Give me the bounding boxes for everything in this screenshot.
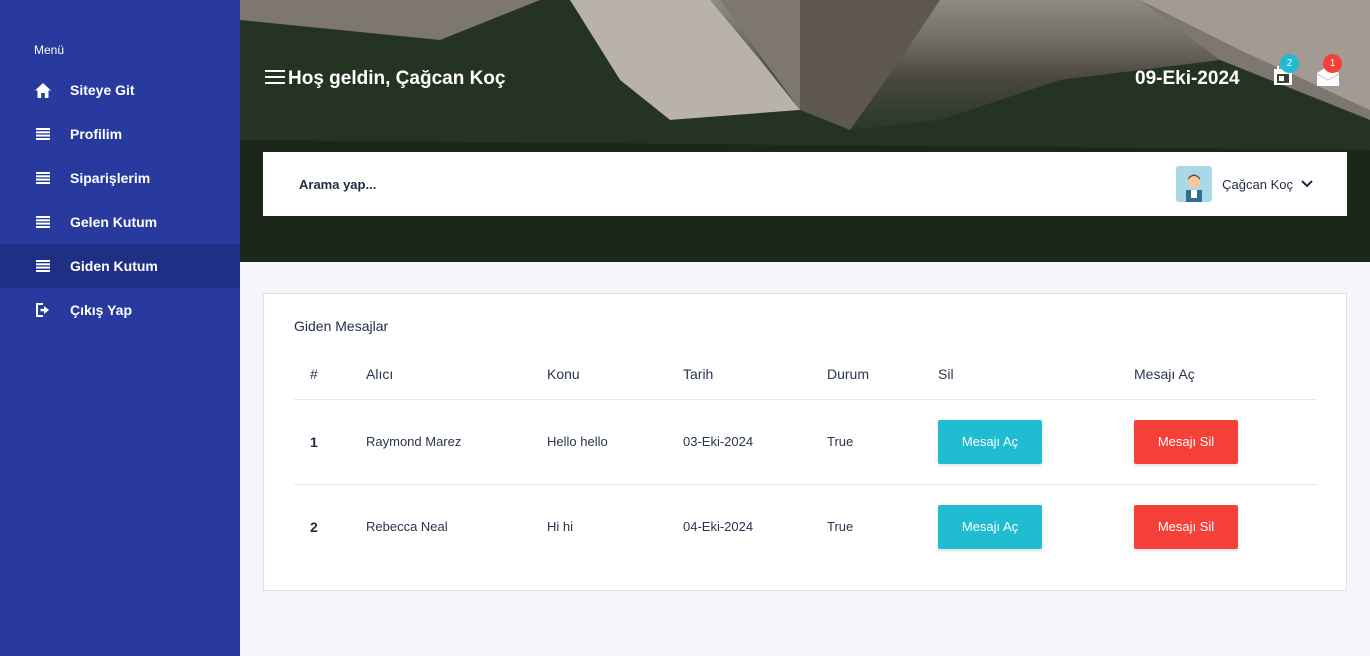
hamburger-icon [265,70,285,84]
delete-message-button[interactable]: Mesajı Sil [1134,419,1238,464]
row-number: 2 [310,518,318,535]
sidebar-menu: Siteye Git Profilim Siparişlerim Gelen K… [0,68,240,332]
subject-cell: Hello hello [547,399,683,485]
column-header: # [294,350,366,400]
sidebar-item-label: Profilim [70,126,123,142]
sidebar-item-gelen-kutum[interactable]: Gelen Kutum [0,200,240,244]
menu-label: Menü [34,43,65,57]
open-cell: Mesajı Aç [938,484,1134,569]
table-header-row: # Alıcı Konu Tarih Durum Sil Mesajı Aç [294,350,1317,400]
subject-cell: Hi hi [547,519,574,535]
sidebar: Menü Siteye Git Profilim Siparişlerim Ge… [0,0,240,656]
column-header: Konu [547,350,683,400]
column-header: Tarih [683,350,827,400]
status-cell: True [827,519,854,535]
table-row: 1 Raymond Marez Hello hello 03-Eki-2024 … [294,399,1317,485]
user-name: Çağcan Koç [1222,176,1293,192]
search-input[interactable]: Arama yap... [299,177,376,192]
date-cell: 04-Eki-2024 [683,519,754,535]
sidebar-item-cikis-yap[interactable]: Çıkış Yap [0,288,240,332]
sidebar-item-siteye-git[interactable]: Siteye Git [0,68,240,112]
welcome-title: Hoş geldin, Çağcan Koç [288,68,506,89]
column-header: Mesajı Aç [1134,350,1317,400]
date-cell: 03-Eki-2024 [683,399,827,485]
list-icon [34,257,52,275]
sidebar-item-label: Çıkış Yap [70,302,133,318]
card-title: Giden Mesajlar [294,318,389,334]
outbox-table: # Alıcı Konu Tarih Durum Sil Mesajı Aç 1… [294,350,1317,569]
sidebar-item-label: Gelen Kutum [70,214,158,230]
list-icon [34,169,52,187]
sidebar-item-label: Giden Kutum [70,258,158,274]
header-banner [240,0,1370,262]
column-header: Durum [827,350,938,400]
outbox-card: Giden Mesajlar # Alıcı Konu Tarih Durum … [263,293,1347,591]
chevron-down-icon [1301,180,1313,188]
sidebar-item-label: Siteye Git [70,82,135,98]
current-date: 09-Eki-2024 [1135,68,1240,89]
column-header: Sil [938,350,1134,400]
open-cell: Mesajı Aç [938,399,1134,485]
column-header: Alıcı [366,350,547,400]
list-icon [34,125,52,143]
delete-cell: Mesajı Sil [1134,484,1317,569]
sidebar-item-profilim[interactable]: Profilim [0,112,240,156]
menu-toggle-button[interactable] [265,70,285,86]
delete-cell: Mesajı Sil [1134,399,1317,485]
recipient-cell: Raymond Marez [366,399,547,485]
notifications-badge: 2 [1280,54,1299,73]
user-menu-dropdown[interactable]: Çağcan Koç [1176,166,1313,202]
open-message-button[interactable]: Mesajı Aç [938,419,1042,464]
avatar [1176,166,1213,202]
search-bar: Arama yap... Çağcan Koç [263,152,1347,216]
sidebar-item-label: Siparişlerim [70,170,151,186]
messages-badge: 1 [1323,54,1342,73]
logout-icon [34,301,52,319]
table-row: 2 Rebecca Neal Hi hi 04-Eki-2024 True Me… [294,484,1317,569]
open-message-button[interactable]: Mesajı Aç [938,504,1042,549]
list-icon [34,213,52,231]
mountain-background-image [240,0,1370,262]
delete-message-button[interactable]: Mesajı Sil [1134,504,1238,549]
recipient-cell: Rebecca Neal [366,519,448,535]
row-number: 1 [294,399,366,485]
home-icon [34,81,52,99]
sidebar-item-siparislerim[interactable]: Siparişlerim [0,156,240,200]
sidebar-item-giden-kutum[interactable]: Giden Kutum [0,244,240,288]
status-cell: True [827,399,938,485]
